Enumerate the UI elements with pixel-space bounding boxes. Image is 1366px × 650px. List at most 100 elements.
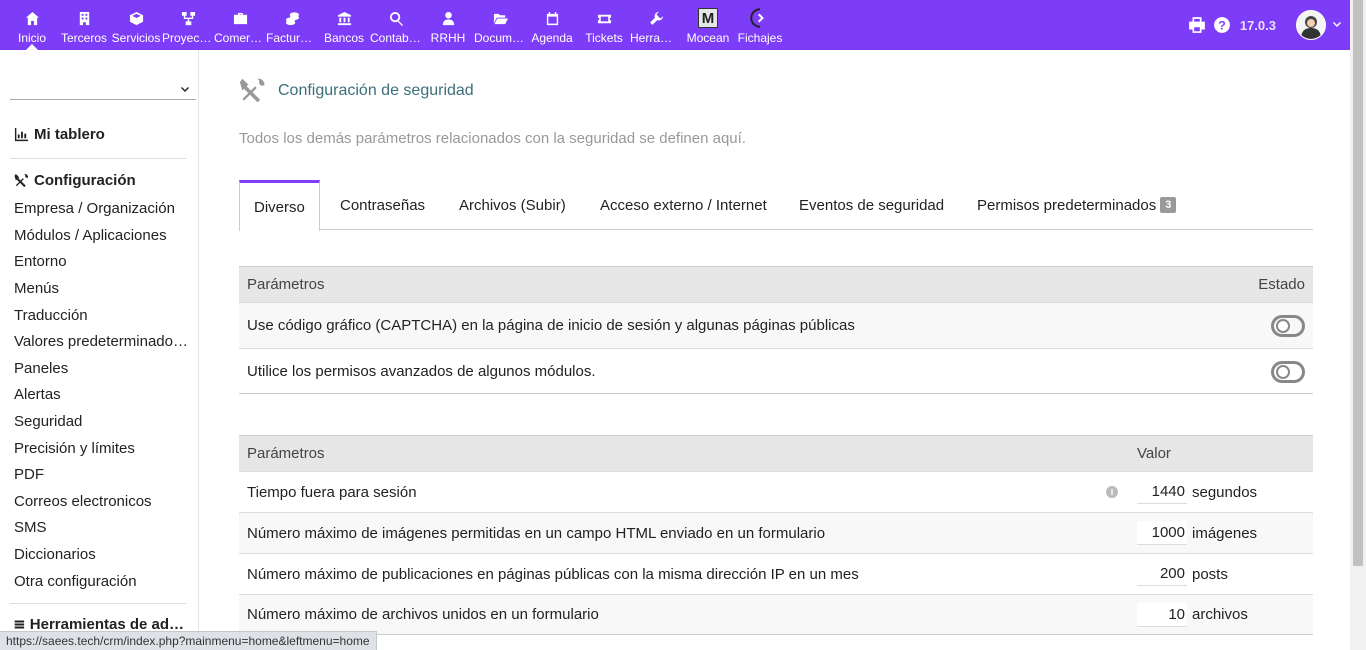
- row-label: Utilice los permisos avanzados de alguno…: [247, 362, 596, 380]
- leftmenu-item-alertas[interactable]: Alertas: [14, 386, 61, 403]
- help-icon[interactable]: ?: [1211, 14, 1233, 36]
- leftmenu-select[interactable]: [10, 76, 196, 100]
- topmenu-item-facturacion[interactable]: Facturación: [266, 0, 318, 50]
- leftmenu-item-otra[interactable]: Otra configuración: [14, 573, 137, 590]
- topmenu-label: Servicios: [111, 31, 161, 45]
- max-files-input[interactable]: 10: [1137, 603, 1187, 627]
- topmenu-label: Fichajes: [737, 31, 783, 45]
- leftmenu-item-sms[interactable]: SMS: [14, 519, 47, 536]
- row-label: Número máximo de imágenes permitidas en …: [247, 524, 826, 542]
- topmenu-item-tickets[interactable]: Tickets: [578, 0, 630, 50]
- table-row: Utilice los permisos avanzados de alguno…: [239, 348, 1313, 394]
- topmenu-item-bancos[interactable]: Bancos: [318, 0, 370, 50]
- left-menu: Mi tablero Configuración Empresa / Organ…: [0, 50, 199, 650]
- leftmenu-divider: [10, 603, 186, 604]
- topmenu-item-servicios[interactable]: Servicios: [110, 0, 162, 50]
- leftmenu-item-pdf[interactable]: PDF: [14, 466, 44, 483]
- search-dollar-icon: [389, 9, 404, 27]
- leftmenu-item-traduccion[interactable]: Traducción: [14, 307, 88, 324]
- toggle-off-icon[interactable]: [1271, 315, 1305, 337]
- tab-label: Contraseñas: [340, 196, 426, 214]
- column-header-state: Estado: [1258, 276, 1305, 293]
- tab-permisos[interactable]: Permisos predeterminados 3: [977, 180, 1177, 230]
- server-icon: [14, 620, 25, 629]
- max-images-input[interactable]: 1000: [1137, 521, 1187, 545]
- values-table: Parámetros Valor Tiempo fuera para sesió…: [239, 435, 1313, 635]
- session-timeout-input[interactable]: 1440: [1137, 480, 1187, 504]
- tab-archivos[interactable]: Archivos (Subir): [459, 180, 566, 230]
- sitemap-icon: [181, 9, 196, 27]
- tab-bar: Diverso Contraseñas Archivos (Subir) Acc…: [239, 180, 1313, 231]
- leftmenu-item-paneles[interactable]: Paneles: [14, 360, 68, 377]
- topmenu-label: Proyectos: [162, 31, 214, 45]
- briefcase-icon: [233, 9, 248, 27]
- topmenu-item-terceros[interactable]: Terceros: [58, 0, 110, 50]
- options-table: Parámetros Estado Use código gráfico (CA…: [239, 266, 1313, 394]
- leftmenu-item-correos[interactable]: Correos electronicos: [14, 493, 152, 510]
- table-row: Use código gráfico (CAPTCHA) en la págin…: [239, 302, 1313, 348]
- tab-contrasenas[interactable]: Contraseñas: [340, 180, 425, 230]
- topmenu-item-rrhh[interactable]: RRHH: [422, 0, 474, 50]
- unit-label: imágenes: [1192, 524, 1258, 542]
- topmenu-item-proyectos[interactable]: Proyectos: [162, 0, 214, 50]
- unit-label: posts: [1192, 565, 1228, 583]
- topmenu-item-contabilidad[interactable]: Contabilidad: [370, 0, 422, 50]
- info-icon[interactable]: i: [1106, 486, 1118, 498]
- topmenu-label: Tickets: [585, 31, 623, 45]
- topmenu-item-mocean[interactable]: M Mocean: [682, 0, 734, 50]
- tab-diverso[interactable]: Diverso: [239, 180, 320, 231]
- topmenu-item-inicio[interactable]: Inicio: [6, 0, 58, 50]
- print-icon[interactable]: [1186, 14, 1208, 36]
- leftmenu-item-modulos[interactable]: Módulos / Aplicaciones: [14, 227, 167, 244]
- config-section-title[interactable]: Configuración: [14, 172, 136, 189]
- table-row: Tiempo fuera para sesión i 1440 segundos: [239, 471, 1313, 512]
- vertical-scrollbar[interactable]: [1350, 0, 1366, 650]
- tab-label: Permisos predeterminados: [977, 196, 1157, 214]
- topmenu-label: Terceros: [60, 31, 107, 45]
- m-logo-icon: M: [698, 8, 718, 28]
- leftmenu-item-empresa[interactable]: Empresa / Organización: [14, 200, 175, 217]
- top-right-tools: ? 17.0.3: [1186, 0, 1350, 50]
- leftmenu-item-menus[interactable]: Menús: [14, 280, 59, 297]
- table-header: Parámetros Valor: [239, 435, 1313, 471]
- leftmenu-item-precision[interactable]: Precisión y límites: [14, 440, 135, 457]
- svg-text:?: ?: [1218, 19, 1226, 33]
- table-row: Número máximo de archivos unidos en un f…: [239, 594, 1313, 635]
- topmenu-label: RRHH: [430, 31, 466, 45]
- chevron-down-icon[interactable]: [1332, 20, 1342, 30]
- topmenu-label: Contabilidad: [370, 31, 422, 45]
- topmenu-item-agenda[interactable]: Agenda: [526, 0, 578, 50]
- table-row: Número máximo de publicaciones en página…: [239, 553, 1313, 594]
- page-title-text: Configuración de seguridad: [278, 81, 474, 99]
- chevron-down-icon: [180, 82, 190, 100]
- topmenu-label: Facturación: [266, 31, 318, 45]
- topmenu-label: Herramientas: [630, 31, 682, 45]
- cube-icon: [129, 9, 144, 27]
- leftmenu-item-diccionarios[interactable]: Diccionarios: [14, 546, 96, 563]
- leftmenu-item-entorno[interactable]: Entorno: [14, 253, 67, 270]
- topmenu-item-documentos[interactable]: Documentos: [474, 0, 526, 50]
- leftmenu-item-valores[interactable]: Valores predeterminados / Setup: [14, 333, 192, 350]
- page-title: Configuración de seguridad: [239, 77, 474, 104]
- dashboard-link[interactable]: Mi tablero: [14, 126, 105, 143]
- tab-acceso-externo[interactable]: Acceso externo / Internet: [600, 180, 767, 230]
- unit-label: segundos: [1192, 483, 1258, 501]
- leftmenu-item-seguridad[interactable]: Seguridad: [14, 413, 82, 430]
- count-badge: 3: [1160, 197, 1177, 213]
- toggle-off-icon[interactable]: [1271, 361, 1305, 383]
- tab-label: Diverso: [254, 198, 305, 216]
- user-avatar-icon[interactable]: [1296, 10, 1326, 40]
- status-url: https://saees.tech/crm/index.php?mainmen…: [0, 631, 377, 650]
- tab-eventos[interactable]: Eventos de seguridad: [799, 180, 944, 230]
- dashboard-label: Mi tablero: [34, 126, 105, 143]
- topmenu-item-herramientas[interactable]: Herramientas: [630, 0, 682, 50]
- max-posts-input[interactable]: 200: [1137, 562, 1187, 586]
- topmenu-item-comercial[interactable]: Comercial: [214, 0, 266, 50]
- top-navbar: Inicio Terceros Servicios Proyectos Come…: [0, 0, 1350, 50]
- topmenu-label: Agenda: [531, 31, 573, 45]
- scrollbar-thumb[interactable]: [1353, 0, 1363, 566]
- topmenu-label: Inicio: [17, 31, 46, 45]
- bank-icon: [337, 9, 352, 27]
- row-label: Número máximo de archivos unidos en un f…: [247, 606, 599, 623]
- topmenu-item-fichajes[interactable]: Fichajes: [734, 0, 786, 50]
